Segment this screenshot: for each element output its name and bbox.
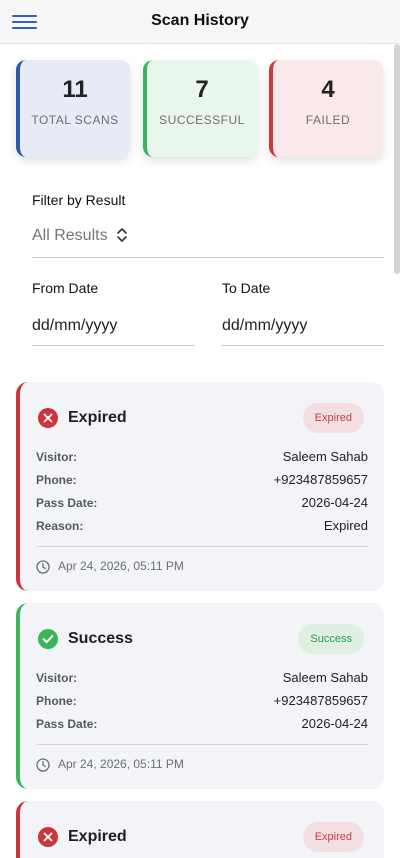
clock-icon xyxy=(36,560,50,574)
visitor-value: Saleem Sahab xyxy=(282,449,368,464)
scrollbar[interactable] xyxy=(394,44,400,274)
clock-icon xyxy=(36,758,50,772)
stat-label-failed: FAILED xyxy=(305,113,351,127)
status-badge: Expired xyxy=(302,403,364,433)
phone-value: +923487859657 xyxy=(273,693,368,708)
card-divider xyxy=(36,546,368,547)
chevron-up-down-icon xyxy=(117,228,127,242)
scan-status-title: Expired xyxy=(68,409,127,426)
pass-date-label: Pass Date: xyxy=(36,717,98,731)
result-filter-value: All Results xyxy=(32,227,108,244)
phone-value: +923487859657 xyxy=(273,472,368,487)
pass-date-label: Pass Date: xyxy=(36,496,98,510)
reason-label: Reason: xyxy=(36,519,84,533)
scan-timestamp: Apr 24, 2026, 05:11 PM xyxy=(58,757,184,771)
scan-card[interactable]: Expired Expired xyxy=(16,801,384,858)
app-bar: Scan History xyxy=(0,0,400,44)
scan-status-title: Expired xyxy=(68,828,127,845)
visitor-value: Saleem Sahab xyxy=(282,670,368,685)
stat-label-total: TOTAL SCANS xyxy=(31,113,119,127)
scan-status-title: Success xyxy=(68,630,133,647)
stat-card-successful: 7 SUCCESSFUL xyxy=(143,60,257,157)
visitor-label: Visitor: xyxy=(36,671,78,685)
phone-label: Phone: xyxy=(36,473,77,487)
from-date-label: From Date xyxy=(32,280,99,296)
phone-label: Phone: xyxy=(36,694,77,708)
status-badge: Expired xyxy=(302,822,364,852)
stat-label-successful: SUCCESSFUL xyxy=(159,113,245,127)
reason-value: Expired xyxy=(323,518,368,533)
pass-date-value: 2026-04-24 xyxy=(301,495,369,510)
stat-card-total-scans: 11 TOTAL SCANS xyxy=(16,60,130,157)
check-circle-icon xyxy=(38,629,58,649)
status-badge: Success xyxy=(298,624,364,654)
result-filter-select[interactable]: All Results xyxy=(32,222,384,258)
stat-value-failed: 4 xyxy=(321,76,335,103)
from-date-input[interactable] xyxy=(32,306,194,346)
scan-card[interactable]: Expired Expired Visitor: Saleem Sahab Ph… xyxy=(16,382,384,591)
x-circle-icon xyxy=(38,827,58,847)
visitor-label: Visitor: xyxy=(36,450,78,464)
filter-result-label: Filter by Result xyxy=(32,192,126,208)
card-divider xyxy=(36,744,368,745)
pass-date-value: 2026-04-24 xyxy=(301,716,369,731)
to-date-label: To Date xyxy=(222,280,271,296)
to-date-input[interactable] xyxy=(222,306,384,346)
x-circle-icon xyxy=(38,408,58,428)
stat-value-total: 11 xyxy=(62,76,88,103)
stat-card-failed: 4 FAILED xyxy=(269,60,383,157)
scan-timestamp: Apr 24, 2026, 05:11 PM xyxy=(58,559,184,573)
page-title: Scan History xyxy=(151,12,249,29)
scan-card[interactable]: Success Success Visitor: Saleem Sahab Ph… xyxy=(16,603,384,789)
stat-value-successful: 7 xyxy=(195,76,209,103)
